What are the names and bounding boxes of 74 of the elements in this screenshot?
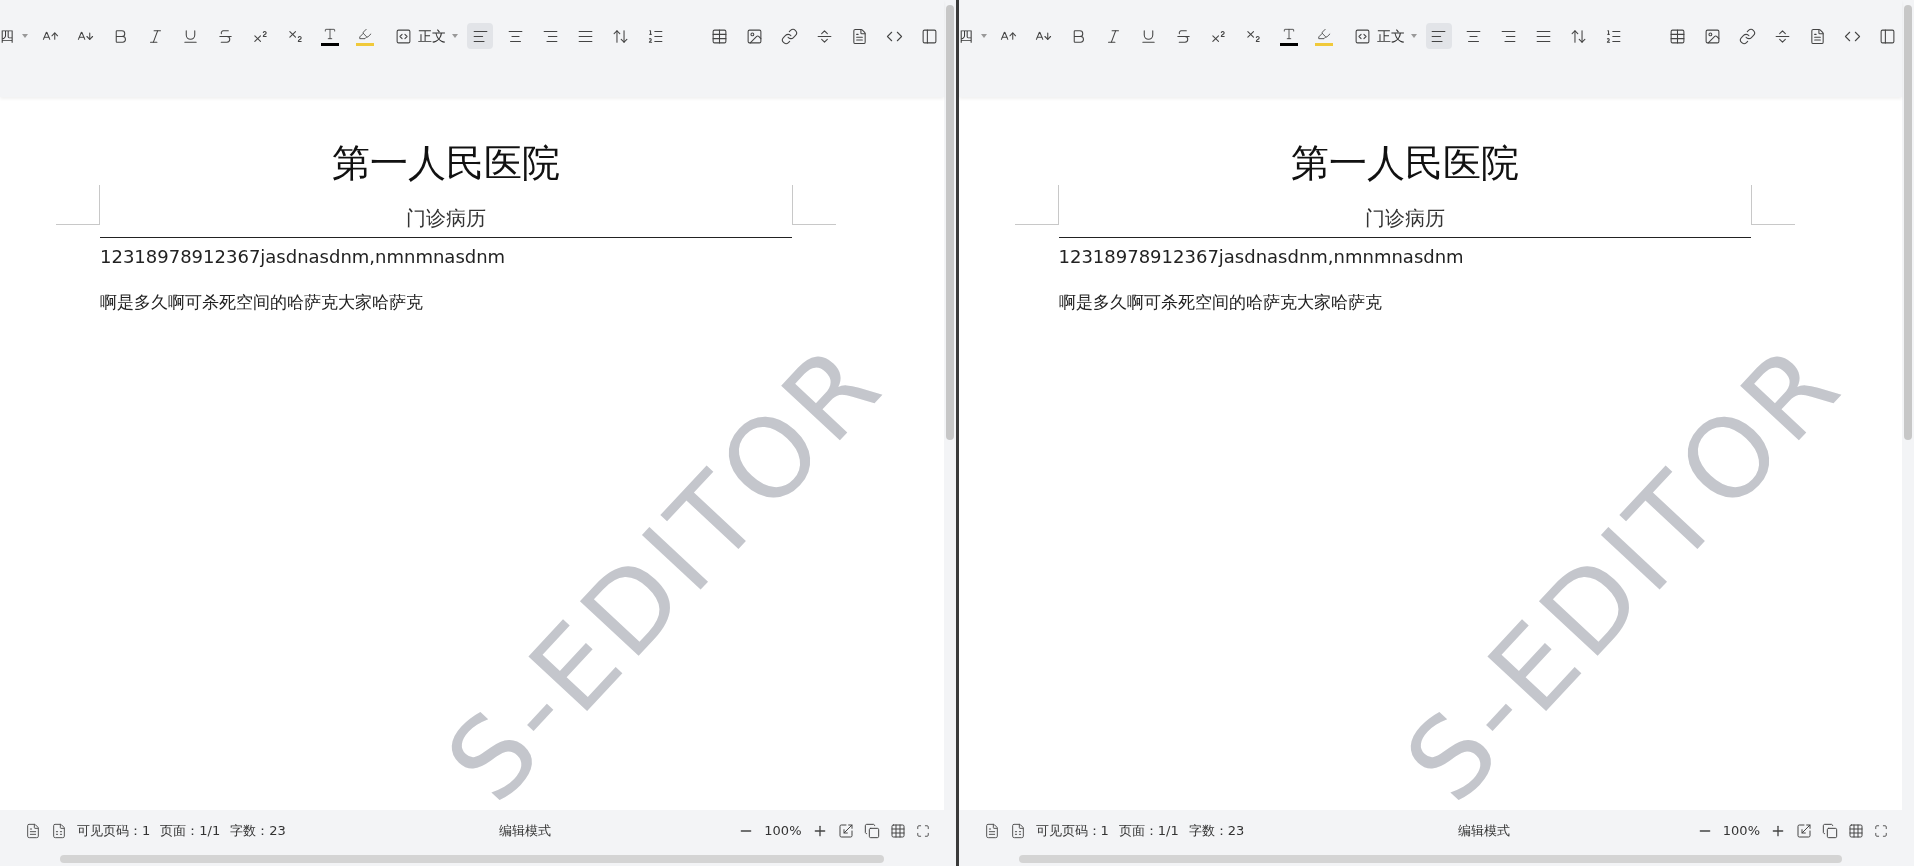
horizontal-scrollbar[interactable] xyxy=(60,855,884,863)
copy-pages-icon[interactable] xyxy=(863,823,880,839)
highlight-icon xyxy=(1316,26,1331,41)
font-size-select[interactable]: 四 xyxy=(958,29,973,43)
document-paragraph: 12318978912367jasdnasdnm,nmnmnasdnm xyxy=(1058,245,1465,269)
margin-mark xyxy=(792,185,836,225)
word-count-label: 字数：23 xyxy=(1188,822,1245,841)
separator-icon xyxy=(815,27,833,45)
word-count-label: 字数：23 xyxy=(230,822,286,841)
document-paragraph: 啊是多久啊可杀死空间的哈萨克大家哈萨克 xyxy=(100,291,424,314)
caret-icon xyxy=(1410,34,1417,38)
panel-icon xyxy=(1879,27,1896,45)
ordered-list-icon xyxy=(1605,27,1622,45)
edit-mode-label: 编辑模式 xyxy=(499,822,551,841)
align-left-button[interactable] xyxy=(1425,23,1452,49)
margin-mark xyxy=(56,185,100,225)
paragraph-style-select[interactable]: 正文 xyxy=(418,29,446,43)
copy-pages-icon[interactable] xyxy=(1822,823,1838,839)
table-icon xyxy=(710,27,728,45)
horizontal-scrollbar[interactable] xyxy=(1018,855,1842,863)
image-icon xyxy=(745,27,763,45)
caret-icon xyxy=(452,34,458,38)
separator-icon xyxy=(1774,27,1791,45)
link-icon xyxy=(780,27,798,45)
zoom-level: 100% xyxy=(764,822,802,841)
caret-icon xyxy=(22,34,28,38)
font-size-select[interactable]: 四 xyxy=(0,29,14,43)
panel-icon xyxy=(920,27,938,45)
margin-mark xyxy=(1750,185,1795,225)
strikethrough-icon xyxy=(216,27,234,45)
document-paragraph: 啊是多久啊可杀死空间的哈萨克大家哈萨克 xyxy=(1058,291,1383,314)
margin-mark xyxy=(1014,185,1059,225)
vertical-scrollbar[interactable] xyxy=(1904,5,1912,440)
document-title: 第一人民医院 xyxy=(1289,141,1520,185)
text-box-icon xyxy=(1809,27,1826,45)
image-icon xyxy=(1704,27,1721,45)
font-color-icon xyxy=(1281,26,1296,41)
document-paragraph: 12318978912367jasdnasdnm,nmnmnasdnm xyxy=(100,245,507,269)
vertical-scrollbar[interactable] xyxy=(945,5,954,440)
strikethrough-icon xyxy=(1175,27,1192,45)
zoom-level: 100% xyxy=(1722,822,1760,841)
underline-icon xyxy=(181,27,199,45)
page-icon[interactable] xyxy=(25,823,41,839)
highlight-icon xyxy=(358,26,372,41)
page-icon[interactable] xyxy=(983,823,1000,839)
underline-icon xyxy=(1140,27,1157,45)
visible-page-label: 可见页码：1 xyxy=(1035,822,1109,841)
line-height-icon xyxy=(611,27,629,45)
font-color-icon xyxy=(323,26,337,41)
document-subtitle: 门诊病历 xyxy=(406,205,486,232)
zoom-in-icon[interactable] xyxy=(1770,823,1786,839)
grid-icon[interactable] xyxy=(1848,823,1864,839)
fit-page-icon[interactable] xyxy=(1796,823,1812,839)
grid-icon[interactable] xyxy=(889,823,906,839)
document-title: 第一人民医院 xyxy=(331,141,561,185)
text-box-icon xyxy=(850,27,868,45)
table-icon xyxy=(1669,27,1686,45)
italic-icon xyxy=(1105,27,1122,45)
link-icon xyxy=(1739,27,1756,45)
align-left-button[interactable] xyxy=(467,23,493,49)
ordered-list-icon xyxy=(646,27,664,45)
line-height-icon xyxy=(1570,27,1587,45)
visible-page-label: 可见页码：1 xyxy=(77,822,151,841)
caret-icon xyxy=(980,34,987,38)
fullscreen-icon[interactable] xyxy=(915,824,930,838)
fit-page-icon[interactable] xyxy=(837,823,854,839)
fullscreen-icon[interactable] xyxy=(1874,824,1888,838)
document-subtitle: 门诊病历 xyxy=(1364,205,1445,232)
paragraph-style-select[interactable]: 正文 xyxy=(1376,29,1405,43)
page-count-label: 页面：1/1 xyxy=(160,822,221,841)
page-list-icon[interactable] xyxy=(51,823,67,839)
edit-mode-label: 编辑模式 xyxy=(1457,822,1510,841)
page-count-label: 页面：1/1 xyxy=(1118,822,1179,841)
page-list-icon[interactable] xyxy=(1009,823,1026,839)
